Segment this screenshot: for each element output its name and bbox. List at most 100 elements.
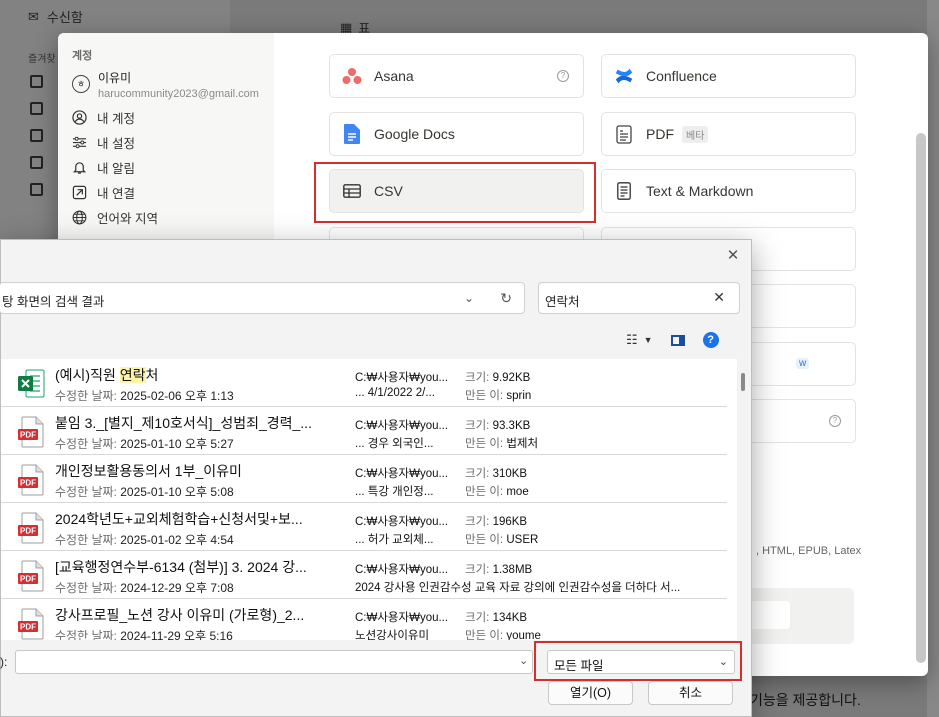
help-icon[interactable]: ? xyxy=(702,332,719,348)
file-snippet: ... 허가 교외체... xyxy=(355,534,434,546)
account-section-label: 계정 xyxy=(72,50,93,62)
file-modified-date: 수정한 날짜: 2025-01-10 오후 5:27 xyxy=(55,437,234,451)
user-name: 이유미 xyxy=(98,71,132,85)
filename-label: ): xyxy=(0,655,8,669)
supported-formats-text: , HTML, EPUB, Latex xyxy=(756,545,862,557)
file-modified-date: 수정한 날짜: 2025-01-10 오후 5:08 xyxy=(55,485,234,499)
file-size: 크기: 134KB xyxy=(465,612,528,624)
search-highlight: 연락 xyxy=(119,367,146,383)
pdf-file-icon: PDF xyxy=(17,464,45,496)
import-google-docs-card[interactable]: Google Docs xyxy=(329,112,584,156)
file-type-select[interactable]: 모든 파일 ⌄ xyxy=(547,650,735,674)
menu-item-language-region[interactable]: 언어와 지역 xyxy=(72,208,158,226)
menu-item-label: 내 알림 xyxy=(97,161,135,176)
file-row[interactable]: PDF 개인정보활용동의서 1부_이유미수정한 날짜: 2025-01-10 오후… xyxy=(1,455,727,503)
import-google-docs-label: Google Docs xyxy=(374,126,455,142)
import-confluence-label: Confluence xyxy=(646,68,717,84)
file-size: 크기: 93.3KB xyxy=(465,420,531,432)
svg-text:PDF: PDF xyxy=(20,623,36,632)
file-author: 만든 이: sprin xyxy=(465,390,532,402)
file-list-scrollbar[interactable] xyxy=(741,373,745,391)
file-row[interactable]: PDF [교육행정연수부-6134 (첨부)] 3. 2024 강... 수정한 날… xyxy=(1,551,727,599)
confluence-icon xyxy=(614,66,634,86)
file-modified-date: 수정한 날짜: 2024-12-29 오후 7:08 xyxy=(55,581,234,595)
help-icon[interactable]: ? xyxy=(557,70,569,82)
file-modified-date: 수정한 날짜: 2025-01-02 오후 4:54 xyxy=(55,533,234,547)
menu-item-my-settings[interactable]: 내 설정 xyxy=(72,133,158,151)
import-pdf-label: PDF xyxy=(646,126,674,142)
file-row[interactable]: PDF 강사프로필_노션 강사 이유미 (가로형)_2... 수정한 날짜: 202… xyxy=(1,599,727,640)
pdf-icon xyxy=(614,124,634,144)
refresh-icon[interactable]: ↻ xyxy=(500,290,512,307)
favorites-label: 즐겨찾 xyxy=(28,54,56,65)
excel-file-icon xyxy=(17,368,45,400)
google-docs-icon xyxy=(342,124,362,144)
import-text-markdown-label: Text & Markdown xyxy=(646,183,754,199)
background-nav-icons xyxy=(30,75,43,196)
file-author: 만든 이: 법제처 xyxy=(465,438,539,450)
file-modified-date: 수정한 날짜: 2025-02-06 오후 1:13 xyxy=(55,389,234,403)
clear-icon[interactable]: ✕ xyxy=(713,289,725,306)
asana-icon xyxy=(342,66,362,86)
list-view-icon: ☷ xyxy=(626,332,638,347)
chevron-down-icon: ▼ xyxy=(643,335,653,345)
file-size: 크기: 196KB xyxy=(465,516,528,528)
import-csv-label: CSV xyxy=(374,183,403,199)
file-open-dialog: ✕ 탕 화면의 검색 결과 ⌄ ↻ 연락처 ✕ ☷ ▼ ? (예시)직원 연락처… xyxy=(0,239,752,717)
user-profile: ㅎ 이유미 harucommunity2023@gmail.com xyxy=(72,69,259,100)
file-row[interactable]: PDF 2024학년도+교외체험학습+신청서및+보... 수정한 날짜: 2025-… xyxy=(1,503,727,551)
file-path: C:₩사용자₩you... xyxy=(355,516,449,528)
page-icon xyxy=(30,75,43,88)
menu-item-my-connections[interactable]: 내 연결 xyxy=(72,183,158,201)
import-csv-card[interactable]: CSV xyxy=(329,169,584,213)
file-name: 2024학년도+교외체험학습+신청서및+보... xyxy=(55,511,303,527)
partial-badge: w xyxy=(796,358,810,369)
file-name: 개인정보활용동의서 1부_이유미 xyxy=(55,463,242,479)
import-confluence-card[interactable]: Confluence xyxy=(601,54,856,98)
filename-input[interactable] xyxy=(15,650,533,674)
file-size: 크기: 9.92KB xyxy=(465,372,531,384)
file-row[interactable]: PDF 붙임 3._[별지_제10호서식]_성범죄_경력_... 수정한 날짜: 2… xyxy=(1,407,727,455)
arrow-box-icon xyxy=(72,185,87,199)
svg-text:PDF: PDF xyxy=(20,431,36,440)
file-size: 크기: 310KB xyxy=(465,468,528,480)
file-author: 만든 이: youme xyxy=(465,630,541,640)
import-pdf-card[interactable]: PDF 베타 xyxy=(601,112,856,156)
file-name: 강사프로필_노션 강사 이유미 (가로형)_2... xyxy=(55,607,305,623)
cancel-button[interactable]: 취소 xyxy=(648,681,733,705)
svg-text:PDF: PDF xyxy=(20,575,36,584)
menu-item-label: 내 설정 xyxy=(97,136,135,151)
beta-badge: 베타 xyxy=(682,125,709,143)
address-text: 탕 화면의 검색 결과 xyxy=(2,295,105,309)
menu-item-label: 내 계정 xyxy=(97,111,135,126)
file-modified-date: 수정한 날짜: 2024-11-29 오후 5:16 xyxy=(55,629,233,640)
file-list: (예시)직원 연락처수정한 날짜: 2025-02-06 오후 1:13 C:₩사… xyxy=(1,359,737,640)
chevron-down-icon[interactable]: ⌄ xyxy=(519,654,528,667)
close-icon[interactable]: ✕ xyxy=(723,246,743,266)
address-bar[interactable]: 탕 화면의 검색 결과 ⌄ ↻ xyxy=(0,282,525,314)
view-options-button[interactable]: ☷ ▼ xyxy=(626,332,653,348)
help-icon[interactable]: ? xyxy=(829,415,841,427)
file-snippet: ... 경우 외국인... xyxy=(355,438,434,450)
menu-item-my-notifications[interactable]: 내 알림 xyxy=(72,158,158,176)
file-name: (예시)직원 연락처 xyxy=(55,367,159,383)
import-text-markdown-card[interactable]: Text & Markdown xyxy=(601,169,856,213)
file-row[interactable]: (예시)직원 연락처 수정한 날짜: 2025-02-06 오후 1:13 C:₩사… xyxy=(1,359,727,407)
svg-text:PDF: PDF xyxy=(20,479,36,488)
inbox-label: 수신함 xyxy=(46,10,83,25)
file-author: 만든 이: USER xyxy=(465,534,539,546)
file-snippet: 2024 강사용 인권감수성 교육 자료 강의에 인권감수성을 더하다 서... xyxy=(355,582,681,594)
preview-pane-icon[interactable] xyxy=(670,334,685,346)
background-scrollbar[interactable] xyxy=(927,0,939,717)
menu-item-my-account[interactable]: 내 계정 xyxy=(72,108,158,126)
chevron-down-icon[interactable]: ⌄ xyxy=(464,291,474,305)
file-path: C:₩사용자₩you... xyxy=(355,612,449,624)
inbox-item[interactable]: ✉ 수신함 xyxy=(28,7,83,26)
open-button[interactable]: 열기(O) xyxy=(548,681,633,705)
user-email: harucommunity2023@gmail.com xyxy=(98,88,259,100)
settings-scrollbar[interactable] xyxy=(916,133,926,663)
search-input[interactable]: 연락처 ✕ xyxy=(538,282,740,314)
import-asana-label: Asana xyxy=(374,68,414,84)
svg-text:PDF: PDF xyxy=(20,527,36,536)
import-asana-card[interactable]: Asana ? xyxy=(329,54,584,98)
